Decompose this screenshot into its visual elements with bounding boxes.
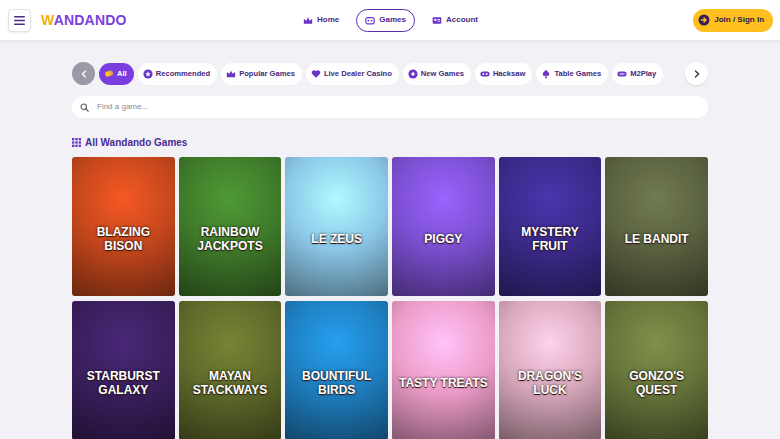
- game-tile[interactable]: RAINBOW JACKPOTS: [179, 157, 282, 296]
- search-input[interactable]: [97, 98, 698, 116]
- game-title: LE ZEUS: [311, 233, 362, 247]
- scroll-left-button[interactable]: [72, 62, 95, 85]
- category-chip[interactable]: M2Play: [612, 63, 663, 85]
- scroll-right-button[interactable]: [685, 62, 708, 85]
- star-icon: [143, 69, 153, 79]
- game-tile[interactable]: BLAZING BISON: [72, 157, 175, 296]
- game-title: GONZO'S QUEST: [611, 370, 702, 398]
- grid-icon: [72, 138, 81, 147]
- main-content: All Recommended Popular Games Live Dealer C…: [72, 40, 708, 439]
- game-title: MAYAN STACKWAYS: [185, 370, 276, 398]
- nav-label: Account: [446, 14, 478, 26]
- join-button[interactable]: Join / Sign In: [693, 9, 773, 32]
- nav-label: Games: [379, 14, 406, 26]
- join-label: Join / Sign In: [714, 14, 764, 26]
- top-bar: WANDANDO Home Games Account Join / Sign In: [0, 0, 780, 40]
- game-tile[interactable]: DRAGON'S LUCK: [499, 301, 602, 439]
- game-tile[interactable]: LE ZEUS: [285, 157, 388, 296]
- category-label: M2Play: [630, 68, 656, 79]
- new-badge-icon: [408, 69, 418, 79]
- sign-in-icon: [698, 14, 710, 26]
- category-label: Recommended: [156, 68, 210, 79]
- crown-icon: [226, 69, 236, 79]
- game-tile[interactable]: MAYAN STACKWAYS: [179, 301, 282, 439]
- menu-icon: [14, 16, 25, 25]
- category-label: Live Dealer Casino: [324, 68, 392, 79]
- game-title: DRAGON'S LUCK: [505, 370, 596, 398]
- category-label: All: [117, 68, 127, 79]
- game-title: RAINBOW JACKPOTS: [185, 226, 276, 254]
- auth-area: Join / Sign In: [487, 9, 773, 32]
- game-tile[interactable]: PIGGY: [392, 157, 495, 296]
- game-grid: BLAZING BISON RAINBOW JACKPOTS LE ZEUS PIGG…: [72, 157, 708, 439]
- nav-link[interactable]: Account: [423, 9, 487, 32]
- game-tile[interactable]: STARBURST GALAXY: [72, 301, 175, 439]
- category-chip[interactable]: All: [99, 63, 134, 85]
- section-title: All Wandando Games: [85, 135, 187, 150]
- coins-icon: [104, 69, 114, 79]
- game-title: BOUNTIFUL BIRDS: [291, 370, 382, 398]
- category-label: Hacksaw: [493, 68, 526, 79]
- nav-link[interactable]: Home: [294, 9, 348, 32]
- provider-icon: [617, 69, 627, 79]
- category-label: Popular Games: [239, 68, 295, 79]
- game-tile[interactable]: TASTY TREATS: [392, 301, 495, 439]
- game-title: BLAZING BISON: [78, 226, 169, 254]
- game-title: LE BANDIT: [625, 233, 689, 247]
- category-list: All Recommended Popular Games Live Dealer C…: [99, 63, 681, 85]
- game-title: PIGGY: [424, 233, 462, 247]
- spade-icon: [541, 69, 551, 79]
- game-tile[interactable]: LE BANDIT: [605, 157, 708, 296]
- game-tile[interactable]: BOUNTIFUL BIRDS: [285, 301, 388, 439]
- category-chip[interactable]: Table Games: [536, 63, 608, 85]
- search-box: [72, 96, 708, 118]
- brand-area: WANDANDO: [8, 9, 294, 32]
- gamepad-icon: [480, 69, 490, 79]
- main-nav: Home Games Account: [294, 9, 487, 32]
- nav-link[interactable]: Games: [356, 9, 415, 32]
- game-title: STARBURST GALAXY: [78, 370, 169, 398]
- category-chip[interactable]: Popular Games: [221, 63, 302, 85]
- menu-button[interactable]: [8, 9, 31, 32]
- heart-icon: [311, 69, 321, 79]
- chevron-left-icon: [80, 70, 88, 78]
- games-icon: [365, 16, 375, 25]
- nav-label: Home: [317, 14, 339, 26]
- search-icon: [80, 103, 89, 112]
- category-chip[interactable]: Hacksaw: [475, 63, 533, 85]
- section-heading: All Wandando Games: [72, 135, 708, 150]
- chevron-right-icon: [693, 70, 701, 78]
- category-chip[interactable]: Recommended: [138, 63, 217, 85]
- category-label: Table Games: [554, 68, 601, 79]
- category-label: New Games: [421, 68, 464, 79]
- logo[interactable]: WANDANDO: [41, 10, 127, 31]
- game-title: MYSTERY FRUIT: [505, 226, 596, 254]
- category-chip[interactable]: New Games: [403, 63, 471, 85]
- account-icon: [432, 16, 442, 25]
- game-tile[interactable]: GONZO'S QUEST: [605, 301, 708, 439]
- crown-icon: [303, 16, 313, 25]
- game-tile[interactable]: MYSTERY FRUIT: [499, 157, 602, 296]
- category-chip[interactable]: Live Dealer Casino: [306, 63, 399, 85]
- game-title: TASTY TREATS: [399, 377, 488, 391]
- category-bar: All Recommended Popular Games Live Dealer C…: [72, 62, 708, 85]
